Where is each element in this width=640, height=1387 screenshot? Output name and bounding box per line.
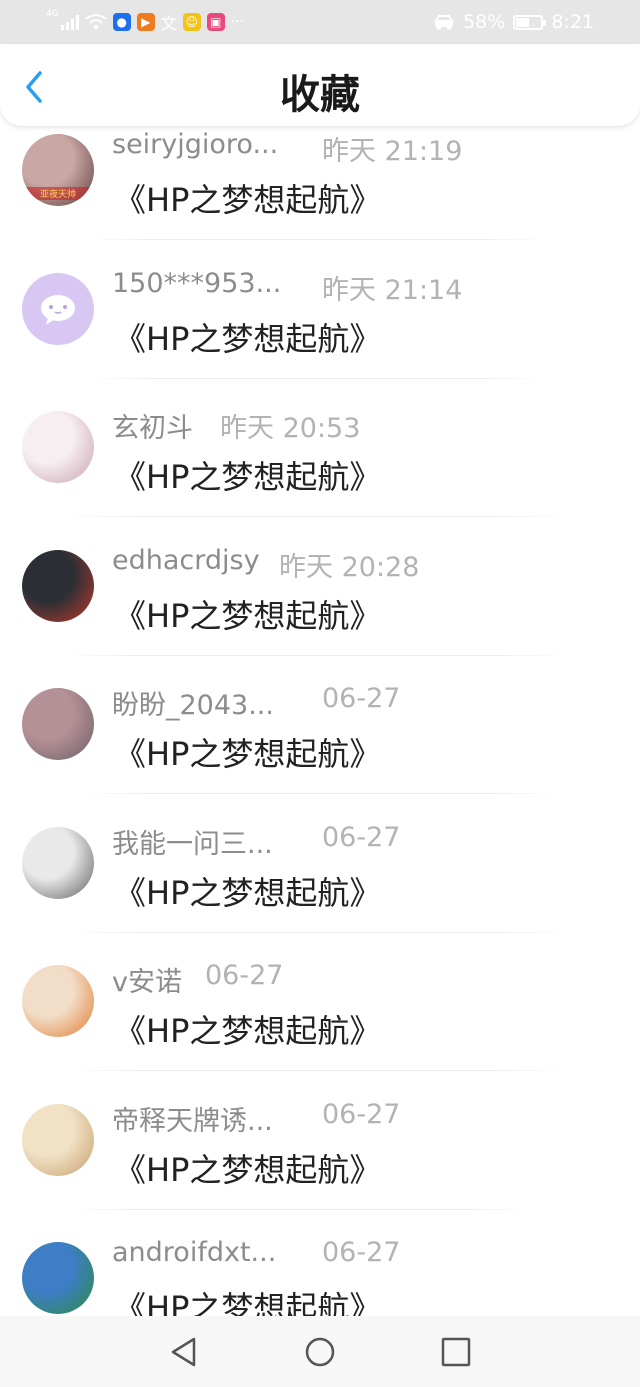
user-name[interactable]: 150***953... bbox=[112, 268, 281, 299]
list-item[interactable]: 我能一问三... 06-27 《HP之梦想起航》 bbox=[0, 814, 640, 953]
list-item[interactable]: 盼盼_2043... 06-27 《HP之梦想起航》 bbox=[0, 675, 640, 814]
clock: 8:21 bbox=[551, 11, 594, 33]
user-name[interactable]: v安诺 bbox=[112, 960, 182, 999]
chat-bubble-icon bbox=[41, 295, 75, 325]
avatar[interactable]: 亚夜天帅 bbox=[22, 134, 94, 206]
divider bbox=[70, 1070, 565, 1071]
list-item[interactable]: 玄初斗 昨天 20:53 《HP之梦想起航》 bbox=[0, 398, 640, 537]
book-title[interactable]: 《HP之梦想起航》 bbox=[114, 175, 381, 221]
back-triangle-icon[interactable] bbox=[168, 1336, 200, 1368]
avatar[interactable] bbox=[22, 273, 94, 345]
divider bbox=[70, 1209, 530, 1210]
divider bbox=[68, 655, 565, 656]
more-notifications: ··· bbox=[230, 14, 245, 30]
mascot-app-icon: ☺ bbox=[182, 13, 201, 31]
status-right: 58% 8:21 bbox=[433, 8, 594, 36]
avatar[interactable] bbox=[22, 411, 94, 483]
avatar[interactable] bbox=[22, 1242, 94, 1314]
timestamp: 06-27 bbox=[322, 822, 401, 853]
avatar[interactable] bbox=[22, 965, 94, 1037]
book-title[interactable]: 《HP之梦想起航》 bbox=[114, 591, 381, 637]
favorites-list: 亚夜天帅 seiryjgioro... 昨天 21:19 《HP之梦想起航》 150**… bbox=[0, 126, 640, 1316]
divider bbox=[88, 239, 545, 240]
avatar[interactable] bbox=[22, 1104, 94, 1176]
list-item[interactable]: 帝释天牌诱... 06-27 《HP之梦想起航》 bbox=[0, 1091, 640, 1230]
book-title[interactable]: 《HP之梦想起航》 bbox=[114, 1006, 381, 1052]
car-mode-icon bbox=[434, 15, 454, 30]
book-title[interactable]: 《HP之梦想起航》 bbox=[114, 868, 381, 914]
user-name[interactable]: edhacrdjsy bbox=[112, 545, 260, 576]
video-app-icon: ▶ bbox=[136, 13, 155, 31]
divider bbox=[68, 516, 565, 517]
wifi-icon bbox=[85, 14, 107, 30]
battery-icon bbox=[513, 14, 547, 30]
status-bar: 4G ● ▶ 文 ☺ ▣ ··· 58% 8:21 bbox=[0, 0, 640, 44]
status-left: 4G ● ▶ 文 ☺ ▣ ··· bbox=[46, 8, 244, 36]
avatar[interactable] bbox=[22, 550, 94, 622]
book-title[interactable]: 《HP之梦想起航》 bbox=[114, 729, 381, 775]
divider bbox=[88, 378, 545, 379]
user-name[interactable]: 我能一问三... bbox=[112, 822, 273, 861]
timestamp: 昨天 20:28 bbox=[279, 552, 420, 583]
list-item[interactable]: edhacrdjsy 昨天 20:28 《HP之梦想起航》 bbox=[0, 537, 640, 676]
battery-percent: 58% bbox=[463, 11, 506, 33]
list-item[interactable]: androifdxt... 06-27 《HP之梦想起航》 bbox=[0, 1229, 640, 1316]
user-name[interactable]: 帝释天牌诱... bbox=[112, 1099, 273, 1138]
user-name[interactable]: 盼盼_2043... bbox=[112, 683, 274, 722]
book-title[interactable]: 《HP之梦想起航》 bbox=[114, 314, 381, 360]
signal-icon bbox=[60, 14, 79, 30]
page-title: 收藏 bbox=[280, 72, 360, 118]
user-name[interactable]: seiryjgioro... bbox=[112, 129, 278, 160]
book-title[interactable]: 《HP之梦想起航》 bbox=[114, 1283, 381, 1316]
timestamp: 昨天 21:14 bbox=[322, 275, 463, 306]
network-type: 4G bbox=[46, 9, 59, 19]
timestamp: 06-27 bbox=[322, 683, 401, 714]
user-name[interactable]: 玄初斗 bbox=[112, 406, 193, 445]
book-title[interactable]: 《HP之梦想起航》 bbox=[114, 452, 381, 498]
list-item[interactable]: 150***953... 昨天 21:14 《HP之梦想起航》 bbox=[0, 260, 640, 399]
avatar[interactable] bbox=[22, 827, 94, 899]
home-circle-icon[interactable] bbox=[304, 1336, 336, 1368]
timestamp: 06-27 bbox=[205, 960, 284, 991]
divider bbox=[70, 932, 565, 933]
timestamp: 昨天 21:19 bbox=[322, 136, 463, 167]
recents-square-icon[interactable] bbox=[440, 1336, 472, 1368]
timestamp: 06-27 bbox=[322, 1099, 401, 1130]
gift-app-icon: ▣ bbox=[206, 13, 225, 31]
timestamp: 昨天 20:53 bbox=[220, 413, 361, 444]
timestamp: 06-27 bbox=[322, 1237, 401, 1268]
list-item[interactable]: v安诺 06-27 《HP之梦想起航》 bbox=[0, 952, 640, 1091]
avatar-badge: 亚夜天帅 bbox=[22, 187, 94, 200]
book-title[interactable]: 《HP之梦想起航》 bbox=[114, 1145, 381, 1191]
divider bbox=[80, 793, 560, 794]
translate-app-icon: 文 bbox=[160, 14, 177, 33]
bulb-app-icon: ● bbox=[112, 13, 131, 31]
system-nav-bar bbox=[0, 1316, 640, 1387]
list-item[interactable]: 亚夜天帅 seiryjgioro... 昨天 21:19 《HP之梦想起航》 bbox=[0, 126, 640, 260]
app-header: 收藏 bbox=[0, 44, 640, 126]
user-name[interactable]: androifdxt... bbox=[112, 1237, 276, 1268]
avatar[interactable] bbox=[22, 688, 94, 760]
